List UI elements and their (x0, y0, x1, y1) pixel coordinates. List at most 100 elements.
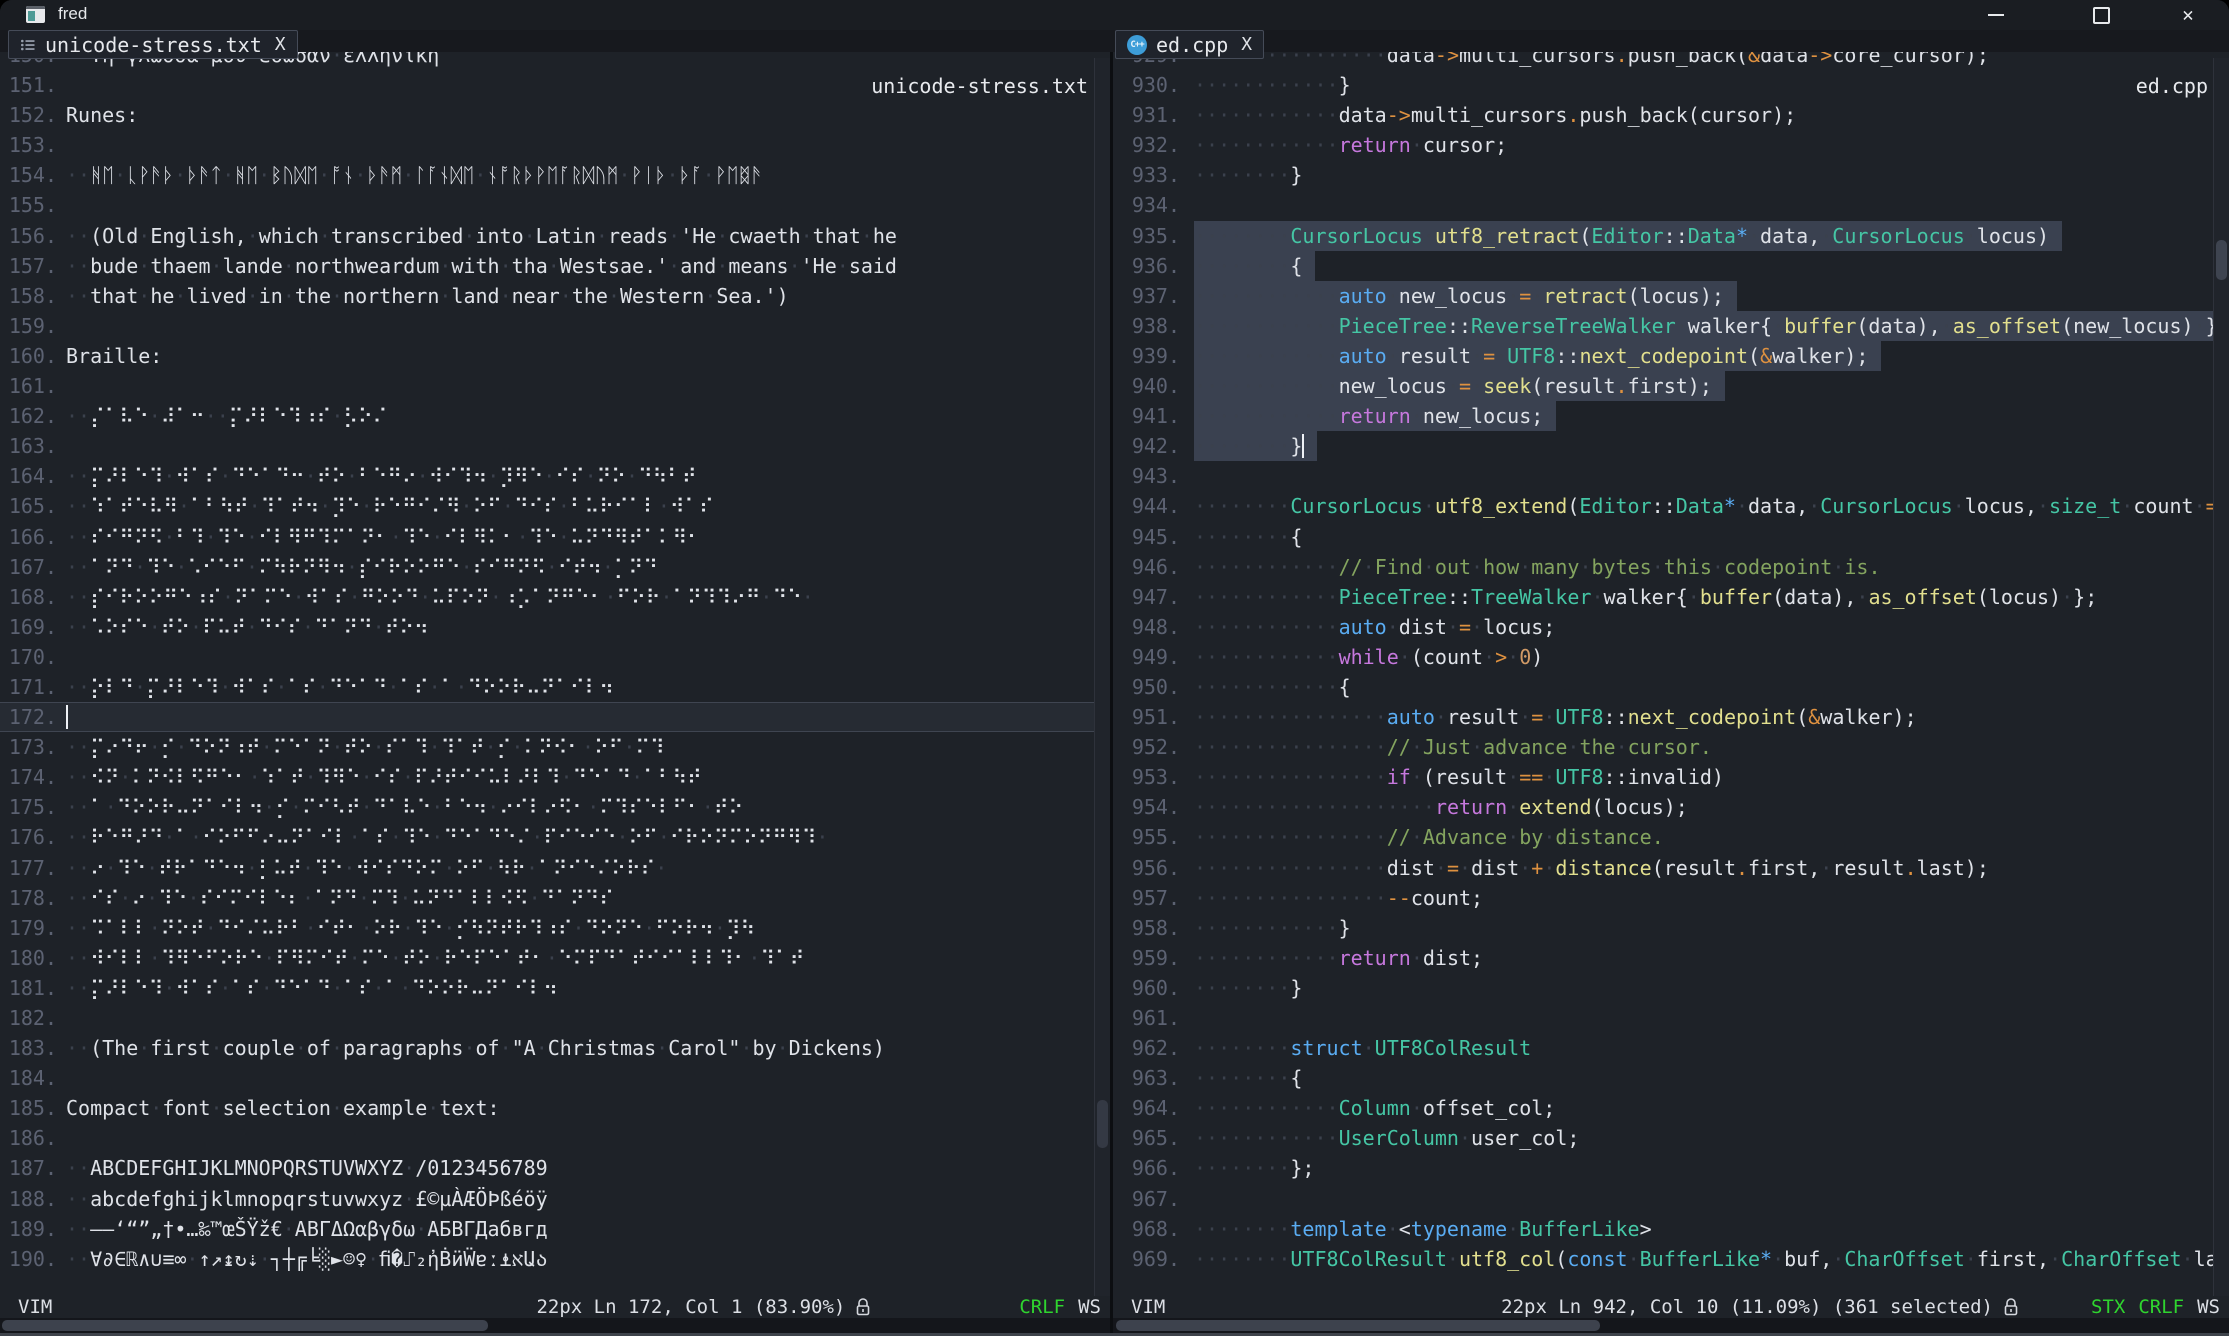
code-line[interactable]: 155. (0, 190, 1095, 220)
code-line[interactable]: 951.················auto·result·=·UTF8::… (1113, 702, 2214, 732)
code-line[interactable]: 186. (0, 1123, 1095, 1153)
code-line[interactable]: 939.············auto·result·=·UTF8::next… (1113, 341, 2214, 371)
editor-pane-left[interactable]: 150.··Τὴ·γλῶσσα·μοῦ·ἔδωσαν·ἑλληνικὴ151.1… (0, 30, 1110, 1296)
code-line[interactable]: 168.··⡎⠊⠗⠕⠕⠛⠑⠰⠎·⠝⠁⠍⠑·⠺⠁⠎·⠛⠕⠕⠙·⠥⠏⠕⠝·⠰⡡⠁⠝⠛… (0, 582, 1095, 612)
code-line[interactable]: 960.········} (1113, 973, 2214, 1003)
code-line[interactable]: 937.············auto·new_locus·=·retract… (1113, 281, 2214, 311)
tab-close-icon[interactable]: X (1241, 34, 1252, 55)
code-line[interactable]: 159. (0, 311, 1095, 341)
code-line[interactable]: 944.········CursorLocus·utf8_extend(Edit… (1113, 491, 2214, 521)
code-line[interactable]: 931.············data->multi_cursors.push… (1113, 100, 2214, 130)
code-line[interactable]: 959.············return·dist; (1113, 943, 2214, 973)
code-line[interactable]: 961. (1113, 1003, 2214, 1033)
code-line[interactable]: 943. (1113, 461, 2214, 491)
code-line[interactable]: 173.··⡍⠔⠙⠖·⡊·⠙⠕⠝⠰⠞·⠍⠑⠁⠝·⠞⠕·⠎⠁⠹·⠹⠁⠞·⡊·⠅⠝⠪… (0, 732, 1095, 762)
code-line[interactable]: 940.············new_locus·=·seek(result.… (1113, 371, 2214, 401)
code-line[interactable]: 949.············while·(count·>·0) (1113, 642, 2214, 672)
code-line[interactable]: 948.············auto·dist·=·locus; (1113, 612, 2214, 642)
scrollbar-thumb[interactable] (2, 1320, 488, 1331)
code-line[interactable]: 189.··–—‘“”„†•…‰™œŠŸž€·ΑΒΓΔΩαβγδω·АБВГДа… (0, 1214, 1095, 1244)
code-line[interactable]: 933.········} (1113, 160, 2214, 190)
code-line[interactable]: 953.················if·(result·==·UTF8::… (1113, 762, 2214, 792)
code-line[interactable]: 160.Braille: (0, 341, 1095, 371)
code-line[interactable]: 162.··⡌⠁⠧⠑·⠼⠁⠒··⡍⠜⠇⠑⠹⠰⠎·⡣⠕⠌ (0, 401, 1095, 431)
code-line[interactable]: 174.··⠪⠝·⠅⠝⠪⠇⠫⠛⠑⠂·⠱⠁⠞·⠹⠻⠑·⠊⠎·⠏⠜⠞⠊⠊⠥⠇⠜⠇⠹·… (0, 762, 1095, 792)
code-line[interactable]: 969.········UTF8ColResult·utf8_col(const… (1113, 1244, 2214, 1274)
code-line[interactable]: 947.············PieceTree::TreeWalker·wa… (1113, 582, 2214, 612)
code-line[interactable]: 946.············//·Find·out·how·many·byt… (1113, 552, 2214, 582)
code-line[interactable]: 184. (0, 1063, 1095, 1093)
code-line[interactable]: 152.Runes: (0, 100, 1095, 130)
code-line[interactable]: 153. (0, 130, 1095, 160)
code-line[interactable]: 183.··(The·first·couple·of·paragraphs·of… (0, 1033, 1095, 1063)
code-line[interactable]: 177.··⠔·⠹⠑·⠞⠗⠁⠙⠑⠲·⡃⠥⠞·⠹⠑·⠺⠊⠎⠙⠕⠍·⠕⠋·⠳⠗·⠁⠝… (0, 853, 1095, 883)
code-line[interactable]: 163. (0, 431, 1095, 461)
code-line[interactable]: 181.··⡍⠜⠇⠑⠹·⠺⠁⠎·⠁⠎·⠙⠑⠁⠙·⠁⠎·⠁·⠙⠕⠕⠗⠤⠝⠁⠊⠇⠲ (0, 973, 1095, 1003)
code-line[interactable]: 169.··⠡⠕⠎⠑·⠞⠕·⠏⠥⠞·⠙⠊⠎·⠙⠁⠝⠙·⠞⠕⠲ (0, 612, 1095, 642)
code-line[interactable]: 945.········{ (1113, 522, 2214, 552)
code-line[interactable]: 950.············{ (1113, 672, 2214, 702)
scrollbar-thumb[interactable] (1116, 1320, 1600, 1331)
scrollbar-thumb[interactable] (1097, 1100, 1108, 1148)
code-line[interactable]: 942.········} (1113, 431, 2214, 461)
code-line[interactable]: 964.············Column·offset_col; (1113, 1093, 2214, 1123)
code-line[interactable]: 956.················dist·=·dist·+·distan… (1113, 853, 2214, 883)
vertical-scrollbar[interactable] (2213, 58, 2229, 1296)
code-line[interactable]: 180.··⠺⠊⠇⠇·⠹⠻⠑⠋⠕⠗⠑·⠏⠻⠍⠊⠞·⠍⠑·⠞⠕·⠗⠑⠏⠑⠁⠞⠂·⠑… (0, 943, 1095, 973)
code-line[interactable]: 176.··⠗⠑⠛⠜⠙·⠁·⠊⠕⠋⠋⠔⠤⠝⠁⠊⠇·⠁⠎·⠹⠑·⠙⠑⠁⠙⠑⠌·⠏⠊… (0, 822, 1095, 852)
code-line[interactable]: 962.········struct·UTF8ColResult (1113, 1033, 2214, 1063)
code-line[interactable]: 179.··⠩⠁⠇⠇·⠝⠕⠞·⠙⠊⠌⠥⠗⠃·⠊⠞⠂·⠕⠗·⠹⠑·⡊⠳⠝⠞⠗⠹⠰⠎… (0, 913, 1095, 943)
code-line[interactable]: 952.················//·Just·advance·the·… (1113, 732, 2214, 762)
code-line[interactable]: 165.··⠱⠁⠞⠑⠧⠻·⠁⠃⠳⠞·⠹⠁⠞⠲·⡹⠑·⠗⠑⠛⠊⠌⠻·⠕⠋·⠙⠊⠎·… (0, 491, 1095, 521)
code-line[interactable]: 938.············PieceTree::ReverseTreeWa… (1113, 311, 2214, 341)
code-line[interactable]: 941.············return·new_locus; (1113, 401, 2214, 431)
code-line[interactable]: 171.··⡕⠇⠙·⡍⠜⠇⠑⠹·⠺⠁⠎·⠁⠎·⠙⠑⠁⠙·⠁⠎·⠁·⠙⠕⠕⠗⠤⠝⠁… (0, 672, 1095, 702)
tab-ed-cpp[interactable]: C++ ed.cpp X (1115, 30, 1264, 59)
code-line[interactable]: 932.············return·cursor; (1113, 130, 2214, 160)
code-line[interactable]: 178.··⠊⠎·⠔·⠹⠑·⠎⠊⠍⠊⠇⠑⠆·⠁⠝⠙·⠍⠹·⠥⠝⠙⠁⠇⠇⠪⠫·⠙⠁… (0, 883, 1095, 913)
horizontal-scrollbar[interactable] (1113, 1318, 2229, 1333)
maximize-button[interactable] (2078, 0, 2124, 30)
code-line[interactable]: 182. (0, 1003, 1095, 1033)
code-line[interactable]: 156.··(Old·English,·which·transcribed·in… (0, 221, 1095, 251)
code-line[interactable]: 935.········CursorLocus·utf8_retract(Edi… (1113, 221, 2214, 251)
code-line[interactable]: 158.··that·he·lived·in·the·northern·land… (0, 281, 1095, 311)
vertical-scrollbar[interactable] (1094, 58, 1110, 1296)
code-line[interactable]: 161. (0, 371, 1095, 401)
maximize-icon (2093, 7, 2110, 24)
code-line[interactable]: 154.··ᚻᛖ·ᚳᚹᚫᚦ·ᚦᚫᛏ·ᚻᛖ·ᛒᚢᛞᛖ·ᚩᚾ·ᚦᚫᛗ·ᛚᚪᚾᛞᛖ·ᚾ… (0, 160, 1095, 190)
code-line[interactable]: 954.····················return·extend(lo… (1113, 792, 2214, 822)
code-line[interactable]: 955.················//·Advance·by·distan… (1113, 822, 2214, 852)
editor-pane-right[interactable]: 929.················data->multi_cursors.… (1113, 30, 2229, 1296)
code-line[interactable]: 934. (1113, 190, 2214, 220)
horizontal-scrollbar[interactable] (0, 1318, 1110, 1333)
code-line[interactable]: 930.············} (1113, 70, 2214, 100)
tab-close-icon[interactable]: X (275, 34, 286, 55)
code-line[interactable]: 166.··⠎⠊⠛⠝⠫·⠃⠹·⠹⠑·⠊⠇⠻⠛⠹⠍⠁⠝⠂·⠹⠑·⠊⠇⠻⠅⠂·⠹⠑·… (0, 522, 1095, 552)
code-line[interactable]: 958.············} (1113, 913, 2214, 943)
close-button[interactable]: ✕ (2165, 0, 2211, 30)
code-line[interactable]: 164.··⡍⠜⠇⠑⠹·⠺⠁⠎·⠙⠑⠁⠙⠒·⠞⠕·⠃⠑⠛⠔·⠺⠊⠹⠲·⡹⠻⠑·⠊… (0, 461, 1095, 491)
code-line[interactable]: 157.··bude·thaem·lande·northweardum·with… (0, 251, 1095, 281)
lock-icon[interactable] (2003, 1297, 2019, 1317)
code-line[interactable]: 963.········{ (1113, 1063, 2214, 1093)
code-line[interactable]: 965.············UserColumn·user_col; (1113, 1123, 2214, 1153)
lock-icon[interactable] (855, 1297, 871, 1317)
code-line[interactable]: 175.··⠁·⠙⠕⠕⠗⠤⠝⠁⠊⠇⠲·⡊·⠍⠊⠣⠞·⠙⠁⠧⠑·⠃⠑⠲·⠔⠊⠇⠔⠫… (0, 792, 1095, 822)
pane-divider[interactable] (1110, 30, 1113, 1333)
code-line[interactable]: 966.········}; (1113, 1153, 2214, 1183)
code-line[interactable]: 188.··abcdefghijklmnopqrstuvwxyz·£©µÀÆÖÞ… (0, 1184, 1095, 1214)
code-line[interactable]: 967. (1113, 1184, 2214, 1214)
code-line[interactable]: 957.················--count; (1113, 883, 2214, 913)
code-line[interactable]: 968.········template·<typename·BufferLik… (1113, 1214, 2214, 1244)
code-line[interactable]: 936.········{ (1113, 251, 2214, 281)
code-line[interactable]: 167.··⠁⠝⠙·⠹⠑·⠡⠊⠑⠋·⠍⠳⠗⠝⠻⠲·⡎⠊⠗⠕⠕⠛⠑·⠎⠊⠛⠝⠫·⠊… (0, 552, 1095, 582)
scrollbar-thumb[interactable] (2216, 240, 2227, 280)
code-line[interactable]: 172. (0, 702, 1095, 732)
code-line[interactable]: 187.··ABCDEFGHIJKLMNOPQRSTUVWXYZ·/012345… (0, 1153, 1095, 1183)
code-line[interactable]: 170. (0, 642, 1095, 672)
tab-unicode-stress[interactable]: unicode-stress.txt X (8, 30, 298, 59)
code-line[interactable]: 185.Compact·font·selection·example·text: (0, 1093, 1095, 1123)
code-line[interactable]: 190.··∀∂∈ℝ∧∪≡∞·↑↗↨↻⇣·┐┼╔╘░►☺♀·ﬁ�⑀₂ἠḂӥẄɐː… (0, 1244, 1095, 1274)
minimize-button[interactable] (1973, 0, 2019, 30)
